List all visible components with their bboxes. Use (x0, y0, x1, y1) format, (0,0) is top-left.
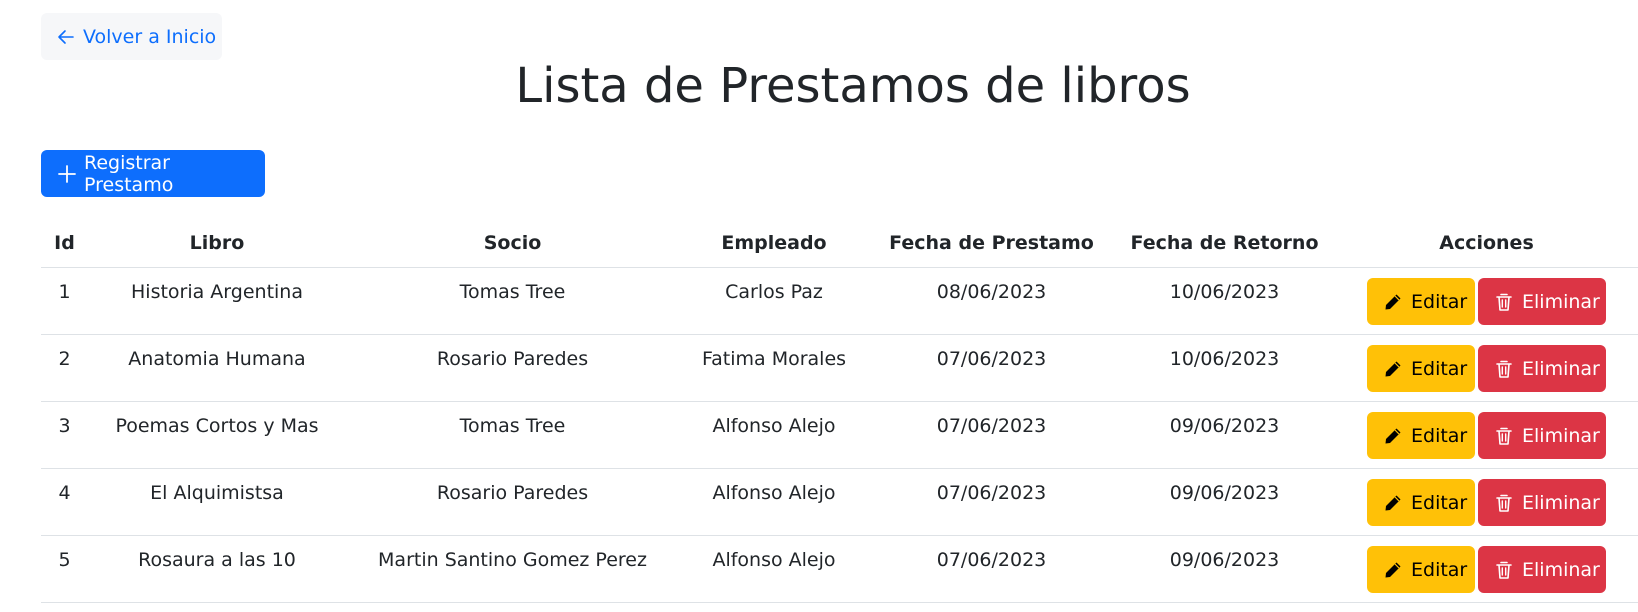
cell-actions: Editar Eliminar (1335, 267, 1638, 335)
cell-empleado: Alfonso Alejo (679, 401, 869, 469)
trash-icon (1494, 426, 1514, 446)
cell-actions: Editar Eliminar (1335, 468, 1638, 536)
cell-fecha-retorno: 10/06/2023 (1114, 334, 1335, 402)
edit-button[interactable]: Editar (1367, 345, 1475, 392)
cell-id: 5 (41, 535, 88, 603)
delete-button[interactable]: Eliminar (1478, 345, 1606, 392)
cell-empleado: Alfonso Alejo (679, 535, 869, 603)
table-row: 1 Historia Argentina Tomas Tree Carlos Paz 0… (41, 267, 1638, 335)
cell-socio: Tomas Tree (346, 401, 679, 469)
delete-button[interactable]: Eliminar (1478, 546, 1606, 593)
cell-fecha-prestamo: 07/06/2023 (869, 334, 1114, 402)
cell-actions: Editar Eliminar (1335, 401, 1638, 469)
cell-libro: Poemas Cortos y Mas (88, 401, 346, 469)
edit-button-label: Editar (1411, 558, 1468, 581)
edit-button-label: Editar (1411, 357, 1468, 380)
cell-fecha-prestamo: 07/06/2023 (869, 535, 1114, 603)
cell-libro: Historia Argentina (88, 267, 346, 335)
trash-icon (1494, 292, 1514, 312)
arrow-left-icon (56, 27, 76, 47)
register-loan-label: Registrar Prestamo (84, 151, 174, 196)
delete-button-label: Eliminar (1522, 357, 1600, 380)
trash-icon (1494, 560, 1514, 580)
pencil-icon (1383, 359, 1403, 379)
trash-icon (1494, 493, 1514, 513)
cell-actions: Editar Eliminar (1335, 535, 1638, 603)
table-row: 3 Poemas Cortos y Mas Tomas Tree Alfonso Al… (41, 401, 1638, 469)
delete-button[interactable]: Eliminar (1478, 278, 1606, 325)
register-loan-button[interactable]: Registrar Prestamo (41, 150, 265, 197)
pencil-icon (1383, 493, 1403, 513)
cell-fecha-prestamo: 08/06/2023 (869, 267, 1114, 335)
cell-empleado: Carlos Paz (679, 267, 869, 335)
pencil-icon (1383, 560, 1403, 580)
delete-button[interactable]: Eliminar (1478, 479, 1606, 526)
cell-empleado: Fatima Morales (679, 334, 869, 402)
column-header-empleado: Empleado (679, 218, 869, 268)
delete-button-label: Eliminar (1522, 424, 1600, 447)
column-header-acciones: Acciones (1335, 218, 1638, 268)
table-row: 2 Anatomia Humana Rosario Paredes Fatima Mo… (41, 334, 1638, 402)
cell-libro: El Alquimistsa (88, 468, 346, 536)
edit-button[interactable]: Editar (1367, 412, 1475, 459)
cell-fecha-retorno: 09/06/2023 (1114, 401, 1335, 469)
table-row: 4 El Alquimistsa Rosario Paredes Alfonso Al… (41, 468, 1638, 536)
pencil-icon (1383, 426, 1403, 446)
edit-button-label: Editar (1411, 491, 1468, 514)
cell-socio: Tomas Tree (346, 267, 679, 335)
column-header-fecha-retorno: Fecha de Retorno (1114, 218, 1335, 268)
cell-fecha-retorno: 09/06/2023 (1114, 468, 1335, 536)
edit-button[interactable]: Editar (1367, 278, 1475, 325)
page-title: Lista de Prestamos de libros (515, 58, 1191, 114)
delete-button[interactable]: Eliminar (1478, 412, 1606, 459)
cell-libro: Rosaura a las 10 (88, 535, 346, 603)
edit-button[interactable]: Editar (1367, 546, 1475, 593)
column-header-libro: Libro (88, 218, 346, 268)
page: Volver a Inicio Lista de Prestamos de li… (0, 0, 1638, 612)
cell-id: 2 (41, 334, 88, 402)
table-body: 1 Historia Argentina Tomas Tree Carlos Paz 0… (41, 267, 1638, 603)
cell-id: 1 (41, 267, 88, 335)
cell-fecha-retorno: 10/06/2023 (1114, 267, 1335, 335)
back-to-home-button[interactable]: Volver a Inicio (41, 13, 222, 60)
edit-button-label: Editar (1411, 424, 1468, 447)
back-to-home-label: Volver a Inicio (83, 25, 217, 48)
table-header-row: Id Libro Socio Empleado Fecha de Prestam… (41, 218, 1638, 268)
column-header-id: Id (41, 218, 88, 268)
cell-fecha-retorno: 09/06/2023 (1114, 535, 1335, 603)
cell-libro: Anatomia Humana (88, 334, 346, 402)
cell-socio: Martin Santino Gomez Perez (346, 535, 679, 603)
cell-actions: Editar Eliminar (1335, 334, 1638, 402)
cell-socio: Rosario Paredes (346, 468, 679, 536)
delete-button-label: Eliminar (1522, 558, 1600, 581)
trash-icon (1494, 359, 1514, 379)
edit-button-label: Editar (1411, 290, 1468, 313)
delete-button-label: Eliminar (1522, 290, 1600, 313)
column-header-socio: Socio (346, 218, 679, 268)
table-row: 5 Rosaura a las 10 Martin Santino Gomez Pe… (41, 535, 1638, 603)
column-header-fecha-prestamo: Fecha de Prestamo (869, 218, 1114, 268)
cell-empleado: Alfonso Alejo (679, 468, 869, 536)
pencil-icon (1383, 292, 1403, 312)
cell-socio: Rosario Paredes (346, 334, 679, 402)
loans-table: Id Libro Socio Empleado Fecha de Prestam… (41, 218, 1638, 603)
plus-icon (58, 164, 76, 183)
delete-button-label: Eliminar (1522, 491, 1600, 514)
cell-fecha-prestamo: 07/06/2023 (869, 468, 1114, 536)
cell-id: 3 (41, 401, 88, 469)
cell-fecha-prestamo: 07/06/2023 (869, 401, 1114, 469)
edit-button[interactable]: Editar (1367, 479, 1475, 526)
cell-id: 4 (41, 468, 88, 536)
